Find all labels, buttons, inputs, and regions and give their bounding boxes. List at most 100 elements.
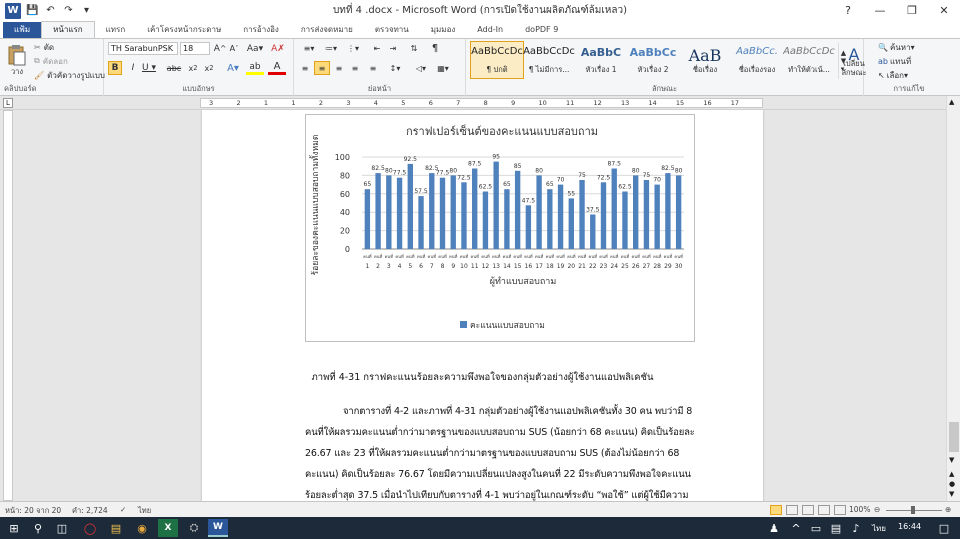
- task-view-icon[interactable]: ◫: [52, 519, 72, 537]
- customize-dropdown-icon[interactable]: ▾: [80, 4, 93, 17]
- minimize-button[interactable]: —: [864, 0, 896, 21]
- format-painter-button[interactable]: 🖌 ตัวคัดวางรูปแบบ: [34, 69, 105, 81]
- browse-object-icon[interactable]: ●: [949, 480, 955, 488]
- justify-icon[interactable]: ≡: [348, 61, 362, 75]
- network-icon[interactable]: ▤: [826, 519, 846, 537]
- print-layout-icon[interactable]: [770, 505, 782, 515]
- web-layout-icon[interactable]: [802, 505, 814, 515]
- line-spacing-icon[interactable]: ↕▾: [386, 61, 404, 75]
- decrease-indent-icon[interactable]: ⇤: [370, 42, 384, 55]
- chrome-icon[interactable]: ◉: [132, 519, 152, 537]
- clock[interactable]: 16:44: [898, 522, 921, 531]
- change-styles-button[interactable]: A เปลี่ยน ลักษณะ: [836, 41, 872, 85]
- clear-formatting-button[interactable]: A✗: [270, 42, 286, 55]
- tab-file[interactable]: แฟ้ม: [3, 22, 42, 38]
- scroll-down-icon[interactable]: ▼: [949, 456, 954, 464]
- zoom-out-icon[interactable]: ⊖: [874, 505, 880, 514]
- zoom-in-icon[interactable]: ⊕: [945, 505, 951, 514]
- tab-page-layout[interactable]: เค้าโครงหน้ากระดาษ: [136, 22, 232, 38]
- paste-button[interactable]: วาง: [4, 41, 30, 81]
- draft-icon[interactable]: [834, 505, 846, 515]
- bullets-icon[interactable]: ≡▾: [300, 42, 318, 55]
- align-left-icon[interactable]: ≡: [298, 61, 312, 75]
- superscript-button[interactable]: x2: [202, 61, 216, 75]
- search-icon[interactable]: ⚲: [28, 519, 48, 537]
- tab-dopdf[interactable]: doPDF 9: [514, 22, 569, 38]
- scroll-thumb[interactable]: [949, 422, 959, 452]
- tab-add-in[interactable]: Add-In: [466, 22, 514, 38]
- full-screen-reading-icon[interactable]: [786, 505, 798, 515]
- settings-icon[interactable]: ⛭: [184, 519, 204, 537]
- change-case-button[interactable]: Aa▾: [246, 42, 264, 55]
- tray-chevron-icon[interactable]: ^: [786, 519, 806, 537]
- font-name-combo[interactable]: TH SarabunPSK: [108, 42, 178, 55]
- notifications-icon[interactable]: □: [934, 519, 954, 537]
- align-right-icon[interactable]: ≡: [332, 61, 346, 75]
- tab-mailings[interactable]: การส่งจดหมาย: [290, 22, 364, 38]
- font-color-button[interactable]: A: [268, 61, 286, 75]
- previous-page-icon[interactable]: ▲: [949, 470, 954, 478]
- word-logo-icon[interactable]: W: [5, 2, 21, 19]
- borders-icon[interactable]: ▦▾: [434, 61, 452, 75]
- maximize-button[interactable]: ❐: [896, 0, 928, 21]
- style-heading-2[interactable]: AaBbCc หัวเรื่อง 2: [626, 41, 680, 79]
- show-marks-icon[interactable]: ¶: [428, 42, 442, 55]
- ribbon-options-icon[interactable]: ?: [832, 0, 864, 21]
- increase-indent-icon[interactable]: ⇥: [386, 42, 400, 55]
- tab-selector-icon[interactable]: L: [3, 98, 13, 108]
- input-language[interactable]: ไทย: [872, 522, 886, 535]
- shrink-font-button[interactable]: Aˇ: [228, 42, 240, 55]
- copy-button[interactable]: ⧉ คัดลอก: [34, 55, 68, 67]
- tab-references[interactable]: การอ้างอิง: [232, 22, 290, 38]
- redo-icon[interactable]: ↷: [62, 4, 75, 17]
- battery-icon[interactable]: ▭: [806, 519, 826, 537]
- proofing-icon[interactable]: ✓: [120, 505, 126, 514]
- outline-icon[interactable]: [818, 505, 830, 515]
- scroll-up-icon[interactable]: ▲: [949, 98, 954, 106]
- underline-button[interactable]: U ▾: [142, 61, 156, 75]
- italic-button[interactable]: I: [126, 61, 140, 75]
- thai-distributed-icon[interactable]: ≡: [366, 61, 380, 75]
- tab-view[interactable]: มุมมอง: [420, 22, 467, 38]
- vertical-ruler[interactable]: [3, 110, 13, 501]
- align-center-icon[interactable]: ≡: [314, 61, 330, 75]
- file-explorer-icon[interactable]: ▤: [106, 519, 126, 537]
- opera-icon[interactable]: ◯: [80, 519, 100, 537]
- undo-icon[interactable]: ↶: [44, 4, 57, 17]
- document-page[interactable]: กราฟเปอร์เซ็นต์ของคะแนนแบบสอบถาม 0 20 40 60 8…: [202, 110, 763, 501]
- zoom-slider-thumb[interactable]: [911, 506, 915, 514]
- select-button[interactable]: ↖ เลือก ▾: [878, 69, 908, 81]
- style-normal[interactable]: AaBbCcDc ¶ ปกติ: [470, 41, 524, 79]
- find-button[interactable]: 🔍 ค้นหา ▾: [878, 41, 915, 53]
- save-icon[interactable]: 💾: [26, 4, 39, 17]
- volume-icon[interactable]: ♪: [846, 519, 866, 537]
- replace-button[interactable]: ab แทนที่: [878, 55, 911, 67]
- page-count[interactable]: หน้า: 20 จาก 20: [5, 505, 61, 517]
- multilevel-list-icon[interactable]: ⋮▾: [344, 42, 362, 55]
- bold-button[interactable]: B: [108, 61, 122, 75]
- zoom-level[interactable]: 100%: [849, 505, 870, 514]
- start-icon[interactable]: ⊞: [4, 519, 24, 537]
- tab-review[interactable]: ตรวจทาน: [364, 22, 420, 38]
- style-heading-1[interactable]: AaBbC หัวเรื่อง 1: [574, 41, 628, 79]
- tab-insert[interactable]: แทรก: [95, 22, 137, 38]
- cut-button[interactable]: ✂ ตัด: [34, 41, 54, 53]
- chart-object[interactable]: กราฟเปอร์เซ็นต์ของคะแนนแบบสอบถาม 0 20 40 60 8…: [305, 114, 695, 342]
- vertical-scrollbar[interactable]: ▲ ▼ ▲ ● ▼: [946, 96, 960, 501]
- style-title[interactable]: AaB ชื่อเรื่อง: [678, 41, 732, 79]
- numbering-icon[interactable]: ≔▾: [322, 42, 340, 55]
- subscript-button[interactable]: x2: [186, 61, 200, 75]
- style-subtle-emphasis[interactable]: AaBbCcDc ทำให้ตัวเน้...: [782, 41, 836, 79]
- word-count[interactable]: คำ: 2,724: [72, 505, 108, 517]
- highlight-button[interactable]: ab: [246, 61, 264, 75]
- font-size-combo[interactable]: 18: [180, 42, 210, 55]
- style-no-spacing[interactable]: AaBbCcDc ¶ ไม่มีการ...: [522, 41, 576, 79]
- people-icon[interactable]: ♟: [764, 519, 784, 537]
- next-page-icon[interactable]: ▼: [949, 490, 954, 498]
- tab-home[interactable]: หน้าแรก: [41, 21, 95, 38]
- grow-font-button[interactable]: A ^: [214, 42, 226, 55]
- style-subtitle[interactable]: AaBbCc. ชื่อเรื่องรอง: [730, 41, 784, 79]
- text-effects-button[interactable]: A▾: [224, 61, 242, 75]
- sort-icon[interactable]: ⇅: [406, 42, 422, 55]
- strikethrough-button[interactable]: abc: [166, 61, 182, 75]
